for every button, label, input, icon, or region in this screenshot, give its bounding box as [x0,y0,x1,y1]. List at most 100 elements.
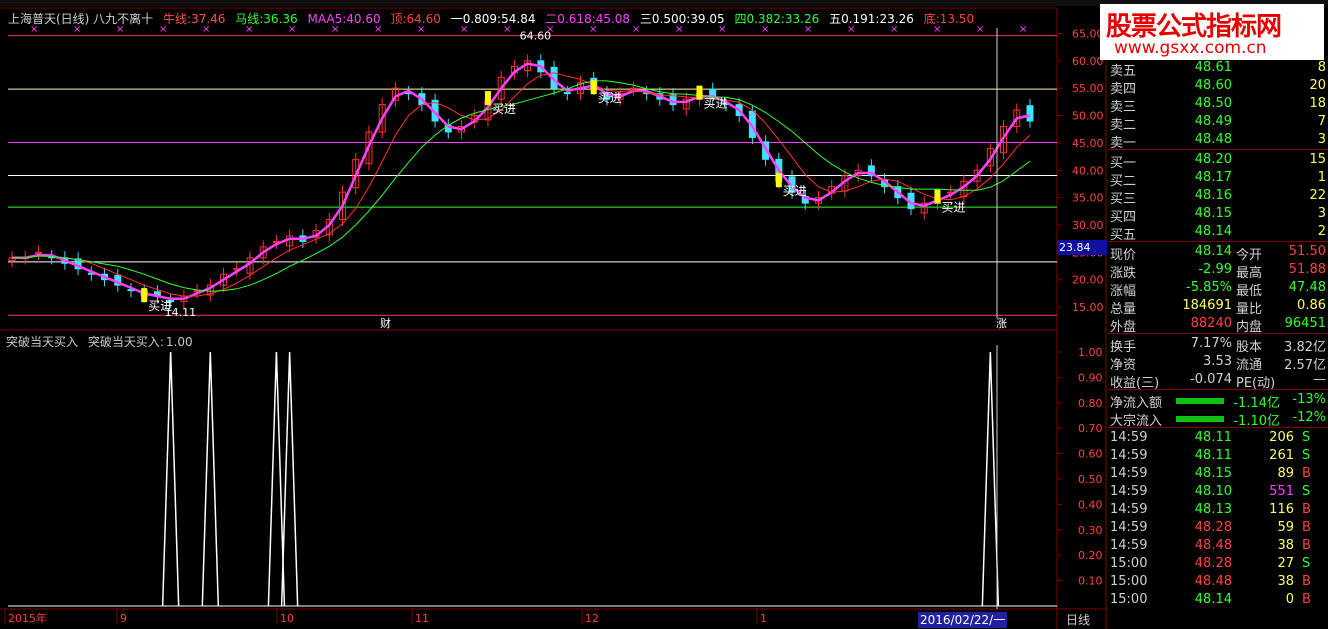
indicator-axis-label: 0.60 [1078,448,1103,461]
tick-volume: 27 [1277,556,1294,571]
bottom-label: 底: [923,12,940,26]
tick-row: 14:59 48.13 116 B [1108,502,1328,520]
stat-value-2: 47.48 [1288,280,1326,295]
sub-indicator-header: 突破当天买入 突破当天买入: 1.00 [6,333,199,350]
indicator-axis-label: 0.50 [1078,473,1103,486]
fib5-value: 23.26 [879,12,914,26]
flow-amount: -1.14亿 [1233,396,1280,411]
ma-line-value: 36.36 [263,12,298,26]
tick-price: 48.11 [1194,430,1232,445]
tick-row: 14:59 48.48 38 B [1108,538,1328,556]
stat-row: 总量 184691 量比 0.86 [1108,298,1328,317]
tick-volume: 261 [1269,448,1294,463]
indicator-axis-label: 0.70 [1078,422,1103,435]
tick-time: 14:59 [1110,538,1148,553]
moving-average-line [12,62,1031,301]
time-axis-label: 2015年 [8,611,47,625]
indicator-axis-label: 0.80 [1078,397,1103,410]
tick-time: 14:59 [1110,466,1148,481]
signal-spike [201,351,220,607]
bid-price: 48.15 [1194,206,1232,221]
buy-signal-bar [696,85,703,100]
tick-row: 14:59 48.15 89 B [1108,466,1328,484]
ask-price: 48.49 [1194,114,1232,129]
price-axis-label: 65.00 [1072,27,1104,40]
flow-bar [1176,398,1224,404]
buy-signal-bar [484,91,491,106]
ask-price: 48.48 [1194,132,1232,147]
stat-label-2: 最高 [1236,266,1263,281]
bid-volume: 1 [1317,170,1326,185]
price-axis-label: 60.00 [1072,55,1104,68]
tick-time: 15:00 [1110,574,1148,589]
time-axis-label: 12 [585,612,599,625]
panel-separator [1108,241,1328,242]
panel-separator [1108,149,1328,150]
bid-volume: 3 [1317,206,1326,221]
fundamental-value-2: 3.82亿 [1284,340,1326,355]
top-label: 顶: [390,12,407,26]
bid-row: 买一 48.20 15 [1108,152,1328,171]
panel-separator [1108,333,1328,334]
panel-separator [1108,427,1328,428]
tick-row: 15:00 48.14 0 B [1108,592,1328,610]
fib1-value: 54.84 [501,12,536,26]
fib1-label: 一0.809: [450,12,502,26]
price-axis-label: 50.00 [1072,110,1104,123]
fib3-label: 三0.500: [639,12,691,26]
moving-average-line [12,80,1031,292]
indicator-axis-label: 0.90 [1078,371,1103,384]
tick-time: 14:59 [1110,502,1148,517]
tick-row: 14:59 48.11 206 S [1108,430,1328,448]
chart-canvas[interactable]: 64.6014.11买进买进买进 买进买进买进财 涨× × × × × × × × × × × × × × × ×… [0,0,1108,629]
fib3-value: 39.05 [690,12,725,26]
signal-spike [981,351,1000,607]
ask-row: 卖一 48.48 3 [1108,132,1328,151]
buy-signal-bar [934,189,941,204]
time-axis-label: 11 [415,612,429,625]
tick-row: 15:00 48.48 38 B [1108,574,1328,592]
fundamental-row: 收益(三) -0.074 PE(动) — [1108,372,1328,391]
ask-label: 卖三 [1110,100,1137,115]
ask-price: 48.50 [1194,96,1232,111]
bid-label: 买四 [1110,210,1137,225]
buy-signal-bar [590,80,597,95]
stat-label-2: 今开 [1236,248,1263,263]
cross-marker: × [1019,24,1027,35]
ask-volume: 8 [1317,60,1326,75]
price-axis-label: 15.00 [1072,301,1104,314]
tick-side: B [1302,502,1311,517]
tick-price: 48.15 [1194,466,1232,481]
moving-average-line [12,72,1031,297]
stat-value-2: 0.86 [1297,298,1326,313]
fib4-label: 四0.382: [734,12,785,26]
bid-row: 买二 48.17 1 [1108,170,1328,189]
tick-price: 48.48 [1194,538,1232,553]
fundamental-value: 3.53 [1203,354,1232,369]
ask-price: 48.60 [1194,78,1232,93]
buy-signal-bar [141,288,148,303]
period-button-daily[interactable]: 日线 [1066,611,1090,628]
flow-percent: -12% [1292,410,1326,425]
tick-time: 15:00 [1110,592,1148,607]
indicator-axis-label: 0.30 [1078,524,1103,537]
indicator-header: 上海普天(日线) 八九不离十 牛线:37.46 马线:36.36 MAA5:40… [8,10,980,26]
tick-price: 48.28 [1194,556,1232,571]
ask-volume: 7 [1317,114,1326,129]
tick-row: 14:59 48.11 261 S [1108,448,1328,466]
time-axis-label: 9 [120,612,127,625]
indicator-axis-label: 0.10 [1078,575,1103,588]
flow-percent: -13% [1292,392,1326,407]
price-axis-label: 20.00 [1072,274,1104,287]
bid-price: 48.14 [1194,224,1232,239]
stat-row: 涨幅 -5.85% 最低 47.48 [1108,280,1328,299]
stat-row: 涨跌 -2.99 最高 51.88 [1108,262,1328,281]
bid-volume: 15 [1309,152,1326,167]
ask-row: 卖五 48.61 8 [1108,60,1328,79]
buy-signal-label: 买进 [492,102,516,116]
bid-price: 48.16 [1194,188,1232,203]
tick-time: 14:59 [1110,484,1148,499]
finance-marker: 财 [380,316,391,330]
ask-label: 卖二 [1110,118,1137,133]
fundamental-value: -0.074 [1190,372,1232,387]
